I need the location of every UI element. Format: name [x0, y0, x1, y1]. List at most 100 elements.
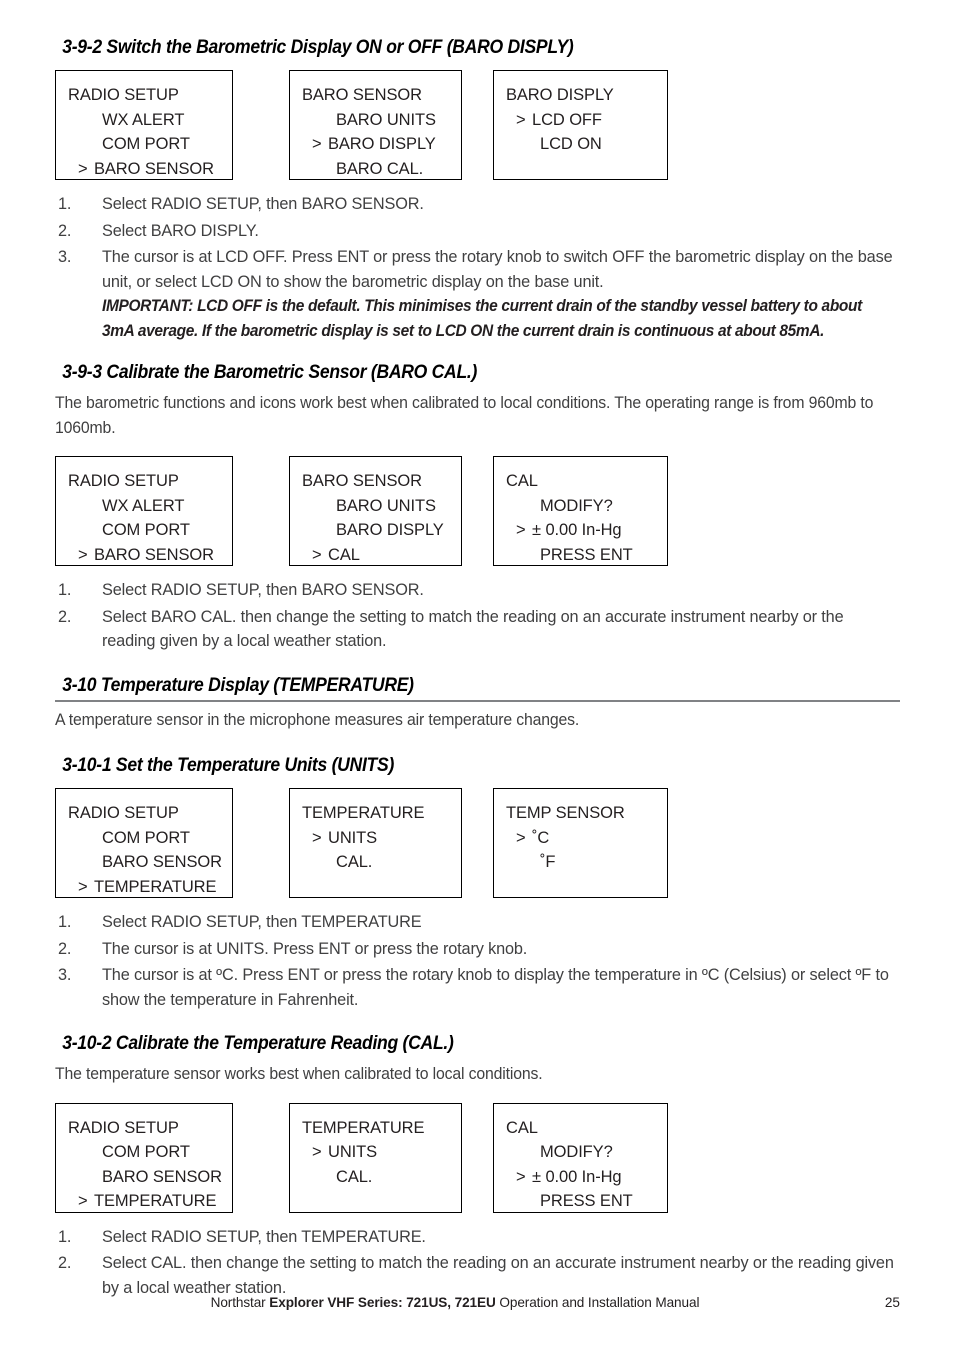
menu-item-label: ˚C: [532, 828, 550, 847]
footer-prefix: Northstar: [210, 1295, 270, 1310]
menu-item: PRESS ENT: [540, 545, 633, 564]
menu-title: RADIO SETUP: [68, 804, 179, 822]
step-number: 1.: [58, 195, 72, 213]
menu-box-radio-setup: RADIO SETUP COM PORT BARO SENSOR > TEMPER…: [55, 1102, 233, 1214]
menu-title: TEMPERATURE: [302, 804, 425, 822]
menu-box-baro-sensor: BARO SENSOR BARO UNITS > BARO DISPLY BARO…: [289, 70, 462, 180]
footer-title: Northstar Explorer VHF Series: 721US, 72…: [55, 1294, 855, 1312]
step-item: 2. The cursor is at UNITS. Press ENT or …: [55, 937, 900, 962]
step-text: Select RADIO SETUP, then TEMPERATURE.: [102, 1227, 426, 1246]
menu-box-row-3-10-2: RADIO SETUP COM PORT BARO SENSOR > TEMPER…: [55, 1102, 900, 1214]
intro-text-3-9-3: The barometric functions and icons work …: [55, 394, 874, 437]
menu-item-selected: > ± 0.00 In-Hg: [506, 518, 667, 543]
intro-text-3-10-2: The temperature sensor works best when c…: [55, 1065, 543, 1083]
footer-suffix: Operation and Installation Manual: [495, 1295, 700, 1310]
menu-item-label: ± 0.00 In-Hg: [532, 521, 622, 540]
intro-text-3-10: A temperature sensor in the microphone m…: [55, 710, 580, 729]
cursor-icon: >: [78, 877, 88, 896]
step-item: 2. Select CAL. then change the setting t…: [55, 1251, 900, 1300]
menu-title: TEMP SENSOR: [506, 804, 625, 822]
menu-item: COM PORT: [102, 828, 190, 847]
menu-box-baro-disply: BARO DISPLY > LCD OFF LCD ON: [493, 70, 668, 180]
menu-item: CAL.: [336, 853, 373, 872]
menu-item: CAL.: [336, 1167, 373, 1186]
menu-item-label: CAL: [328, 545, 360, 564]
menu-item-selected: > BARO DISPLY: [302, 132, 461, 157]
heading-3-10: 3-10 Temperature Display (TEMPERATURE): [62, 673, 414, 696]
menu-item-selected: > TEMPERATURE: [68, 1189, 232, 1214]
menu-item-label: LCD OFF: [532, 110, 602, 129]
menu-box-temperature: TEMPERATURE > UNITS CAL.: [289, 788, 462, 898]
step-number: 2.: [58, 221, 72, 240]
steps-3-10-1: 1. Select RADIO SETUP, then TEMPERATURE …: [55, 910, 900, 1012]
step-item: 2. Select BARO CAL. then change the sett…: [55, 605, 900, 654]
menu-item: BARO SENSOR: [102, 1167, 222, 1186]
menu-title: TEMPERATURE: [302, 1118, 425, 1137]
step-text: The cursor is at ºC. Press ENT or press …: [102, 966, 889, 1009]
menu-item-selected: > UNITS: [302, 1140, 461, 1165]
steps-3-10-2: 1. Select RADIO SETUP, then TEMPERATURE.…: [55, 1225, 900, 1301]
cursor-icon: >: [516, 521, 526, 540]
menu-item: PRESS ENT: [540, 1192, 633, 1211]
menu-box-cal: CAL MODIFY? > ± 0.00 In-Hg PRESS ENT: [493, 1102, 668, 1213]
menu-title: BARO SENSOR: [302, 472, 422, 490]
step-number: 3.: [58, 248, 72, 266]
menu-item-selected: > TEMPERATURE: [68, 875, 232, 900]
menu-item: LCD ON: [540, 135, 602, 154]
step-text: The cursor is at UNITS. Press ENT or pre…: [102, 939, 528, 958]
menu-item: MODIFY?: [540, 496, 613, 515]
cursor-icon: >: [516, 828, 526, 847]
menu-title: RADIO SETUP: [68, 1118, 179, 1137]
step-text: Select CAL. then change the setting to m…: [102, 1254, 894, 1297]
menu-box-baro-sensor: BARO SENSOR BARO UNITS BARO DISPLY > CAL: [289, 456, 462, 566]
step-item: 2. Select BARO DISPLY.: [55, 219, 900, 244]
menu-title: RADIO SETUP: [68, 472, 179, 490]
step-text: Select BARO DISPLY.: [102, 221, 259, 240]
heading-3-10-1: 3-10-1 Set the Temperature Units (UNITS): [62, 754, 395, 776]
page-content: 3-9-2 Switch the Barometric Display ON o…: [55, 34, 900, 1302]
menu-item: BARO UNITS: [336, 496, 436, 515]
menu-box-row-3-10-1: RADIO SETUP COM PORT BARO SENSOR > TEMPER…: [55, 788, 900, 898]
menu-item: BARO SENSOR: [102, 853, 222, 872]
cursor-icon: >: [312, 135, 322, 154]
menu-item-label: TEMPERATURE: [94, 1192, 217, 1211]
menu-item: MODIFY?: [540, 1143, 613, 1162]
menu-item: ˚F: [540, 853, 556, 872]
step-number: 2.: [58, 607, 72, 626]
page-footer: Northstar Explorer VHF Series: 721US, 72…: [55, 1294, 900, 1314]
cursor-icon: >: [516, 110, 526, 129]
menu-item-selected: > LCD OFF: [506, 108, 667, 133]
menu-item: COM PORT: [102, 1143, 190, 1162]
menu-item: COM PORT: [102, 135, 190, 154]
menu-box-temp-sensor: TEMP SENSOR > ˚C ˚F: [493, 788, 668, 898]
menu-item: BARO CAL.: [336, 159, 424, 178]
menu-item-selected: > BARO SENSOR: [68, 157, 232, 182]
cursor-icon: >: [516, 1167, 526, 1186]
manual-page: 3-9-2 Switch the Barometric Display ON o…: [0, 0, 954, 1347]
menu-box-row-3-9-3: RADIO SETUP WX ALERT COM PORT > BARO SENS…: [55, 456, 900, 566]
menu-item-selected: > UNITS: [302, 826, 461, 851]
menu-item-label: UNITS: [328, 1143, 378, 1162]
menu-title: CAL: [506, 1118, 538, 1137]
menu-item-selected: > BARO SENSOR: [68, 543, 232, 568]
heading-3-10-2: 3-10-2 Calibrate the Temperature Reading…: [62, 1032, 454, 1054]
heading-3-9-3: 3-9-3 Calibrate the Barometric Sensor (B…: [62, 361, 478, 383]
step-number: 1.: [58, 913, 72, 931]
menu-box-radio-setup: RADIO SETUP WX ALERT COM PORT > BARO SENS…: [55, 70, 233, 180]
heading-divider: [55, 699, 900, 702]
step-number: 1.: [58, 1227, 72, 1246]
menu-box-radio-setup: RADIO SETUP WX ALERT COM PORT > BARO SENS…: [55, 456, 233, 566]
cursor-icon: >: [312, 545, 322, 564]
cursor-icon: >: [312, 828, 322, 847]
menu-box-temperature: TEMPERATURE > UNITS CAL.: [289, 1102, 462, 1213]
menu-title: CAL: [506, 472, 538, 490]
cursor-icon: >: [78, 1192, 88, 1211]
menu-item-label: TEMPERATURE: [94, 877, 217, 896]
step-item: 3. The cursor is at ºC. Press ENT or pre…: [55, 963, 900, 1012]
page-number: 25: [884, 1295, 900, 1310]
menu-item: WX ALERT: [102, 496, 185, 515]
menu-box-radio-setup: RADIO SETUP COM PORT BARO SENSOR > TEMPER…: [55, 788, 233, 898]
menu-item: COM PORT: [102, 521, 190, 540]
heading-3-9-2: 3-9-2 Switch the Barometric Display ON o…: [62, 36, 574, 58]
step-text: Select RADIO SETUP, then TEMPERATURE: [102, 913, 422, 931]
